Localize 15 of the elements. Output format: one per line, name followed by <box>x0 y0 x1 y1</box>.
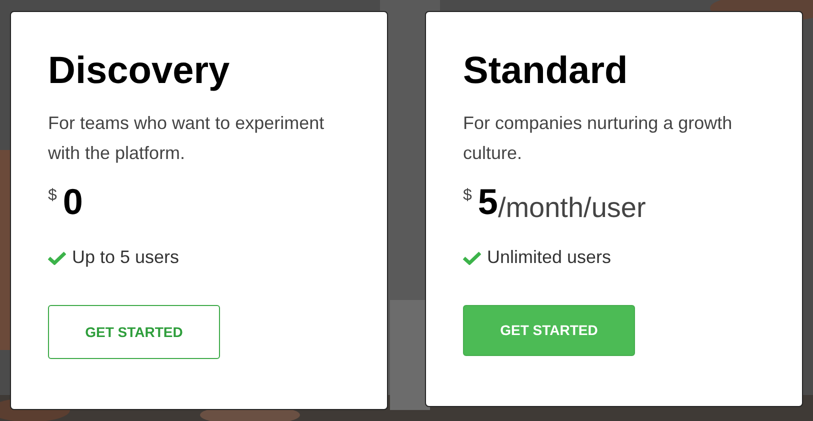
check-icon <box>463 250 481 264</box>
plan-description: For companies nurturing a growth culture. <box>463 112 734 165</box>
currency-symbol: $ <box>463 186 472 206</box>
plan-description: For teams who want to experiment with the platform. <box>48 112 326 165</box>
currency-symbol: $ <box>48 186 57 206</box>
get-started-button[interactable]: GET STARTED <box>463 305 635 356</box>
price-amount: 5 <box>478 180 498 224</box>
price-period: /month/user <box>498 191 646 225</box>
get-started-button[interactable]: GET STARTED <box>48 305 220 359</box>
feature-text: Up to 5 users <box>72 246 180 269</box>
feature-text: Unlimited users <box>487 246 612 269</box>
plan-title: Discovery <box>48 49 231 94</box>
plan-title: Standard <box>463 49 629 94</box>
check-icon <box>48 250 66 264</box>
price-amount: 0 <box>62 180 83 224</box>
